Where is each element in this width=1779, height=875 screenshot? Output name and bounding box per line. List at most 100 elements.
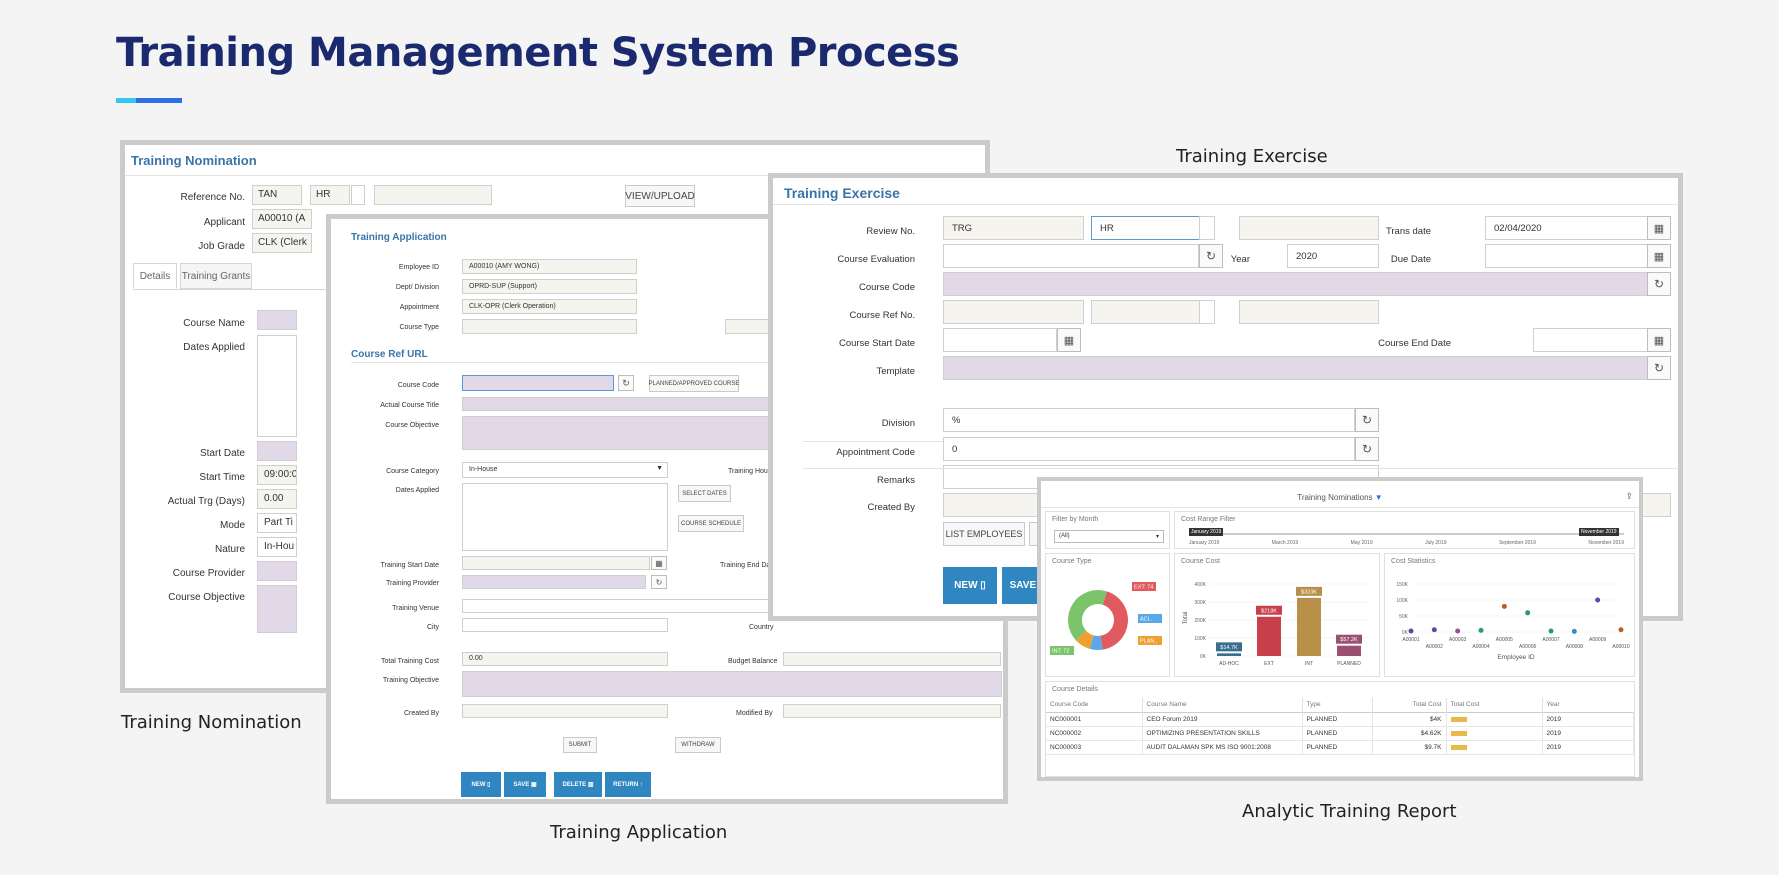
range-end-handle[interactable]: November 2019 [1579, 528, 1619, 536]
job-grade-input[interactable]: CLK (Clerk [252, 233, 312, 253]
view-upload-button[interactable]: VIEW/UPLOAD [625, 185, 695, 207]
new-button[interactable]: NEW ▯ [943, 567, 997, 604]
col-type[interactable]: Type [1302, 698, 1373, 712]
budget-input[interactable] [783, 652, 1001, 666]
ref-input[interactable]: TAN [252, 185, 302, 205]
filter-month-select[interactable]: (All) ▾ [1054, 530, 1164, 543]
range-start-handle[interactable]: January 2019 [1189, 528, 1224, 536]
table-row[interactable]: NC000002 OPTIMIZING PRESENTATION SKILLS PL… [1046, 726, 1634, 740]
created-by-label: Created By [867, 502, 915, 513]
template-input[interactable] [943, 356, 1648, 380]
review-input-2[interactable]: HR [1091, 216, 1215, 240]
appointment-input[interactable]: CLK-OPR (Clerk Operation) [462, 299, 637, 314]
trans-date-input[interactable]: 02/04/2020 [1485, 216, 1648, 240]
division-lookup-icon[interactable]: ↻ [1355, 408, 1379, 432]
withdraw-button[interactable]: WITHDRAW [675, 737, 721, 753]
col-year[interactable]: Year [1542, 698, 1634, 712]
course-code-input[interactable] [462, 375, 614, 391]
tab-training-grants[interactable]: Training Grants [180, 263, 252, 289]
table-row[interactable]: NC000001 CEO Forum 2019 PLANNED $4K 2019 [1046, 712, 1634, 726]
course-code-input[interactable] [943, 272, 1648, 296]
start-date-input[interactable] [943, 328, 1057, 352]
new-button[interactable]: NEW ▯ [461, 772, 501, 797]
col-total-cost-bar[interactable]: Total Cost [1446, 698, 1543, 712]
course-ref-input-4[interactable] [1239, 300, 1379, 324]
course-type-input[interactable] [462, 319, 637, 334]
export-icon[interactable]: ⇪ [1625, 491, 1633, 502]
list-employees-button[interactable]: LIST EMPLOYEES [943, 522, 1025, 546]
template-lookup-icon[interactable]: ↻ [1647, 356, 1671, 380]
ref-input-4[interactable] [374, 185, 492, 205]
caption-exercise: Training Exercise [1176, 146, 1328, 167]
course-code-lookup-icon[interactable]: ↻ [1647, 272, 1671, 296]
appointment-input[interactable]: 0 [943, 437, 1355, 461]
table-row[interactable]: NC000003 AUDIT DALAMAN SPK MS ISO 9001:20… [1046, 740, 1634, 754]
evaluation-lookup-icon[interactable]: ↻ [1199, 244, 1223, 268]
course-name-input[interactable] [257, 310, 297, 330]
ref-input-3[interactable] [351, 185, 365, 205]
provider-input[interactable] [462, 575, 646, 589]
dates-applied-list[interactable] [462, 483, 668, 551]
dates-applied-label: Dates Applied [395, 487, 439, 494]
x-tick-label: INT [1305, 661, 1313, 667]
filter-month-value: (All) [1059, 533, 1070, 539]
planned-approved-course-button[interactable]: PLANNED/APPROVED COURSE [649, 375, 739, 392]
save-button[interactable]: SAVE ▣ [504, 772, 546, 797]
y-tick-label: 50K [1399, 614, 1409, 620]
due-date-input[interactable] [1485, 244, 1648, 268]
job-grade-label: Job Grade [198, 241, 245, 252]
range-slider-track[interactable] [1189, 533, 1624, 535]
calendar-icon[interactable]: ▦ [651, 556, 667, 570]
calendar-icon-4[interactable]: ▦ [1647, 328, 1671, 352]
calendar-icon-3[interactable]: ▦ [1057, 328, 1081, 352]
modified-by-input[interactable] [783, 704, 1001, 718]
tab-details[interactable]: Details [133, 263, 177, 289]
delete-button[interactable]: DELETE ▥ [554, 772, 602, 797]
training-objective-input[interactable] [462, 671, 1002, 697]
review-input-3[interactable] [1199, 216, 1215, 240]
city-input[interactable] [462, 618, 668, 632]
calendar-icon[interactable]: ▦ [1647, 216, 1671, 240]
course-objective-input[interactable] [257, 585, 297, 633]
dept-input[interactable]: OPRD-SUP (Support) [462, 279, 637, 294]
ref-input-2[interactable]: HR [310, 185, 350, 205]
table-cell-year: 2019 [1542, 740, 1634, 754]
city-label: City [426, 624, 439, 631]
review-input[interactable]: TRG [943, 216, 1084, 240]
created-by-input[interactable] [462, 704, 668, 718]
dates-applied-list[interactable] [257, 335, 297, 437]
provider-lookup-icon[interactable]: ↻ [651, 575, 667, 589]
end-date-input[interactable] [1533, 328, 1648, 352]
start-date-label: Course Start Date [838, 338, 915, 349]
caption-application: Training Application [550, 822, 728, 843]
col-course-name[interactable]: Course Name [1142, 698, 1303, 712]
calendar-icon-2[interactable]: ▦ [1647, 244, 1671, 268]
select-dates-button[interactable]: SELECT DATES [678, 485, 731, 502]
course-schedule-button[interactable]: COURSE SCHEDULE [678, 515, 744, 532]
nature-select[interactable]: In-Hou [257, 537, 297, 557]
year-input[interactable]: 2020 [1287, 244, 1379, 268]
course-ref-input-2[interactable] [1091, 300, 1215, 324]
applicant-input[interactable]: A00010 (A [252, 209, 312, 229]
course-ref-input[interactable] [943, 300, 1084, 324]
division-input[interactable]: % [943, 408, 1355, 432]
total-cost-input[interactable]: 0.00 [462, 652, 668, 666]
course-provider-input[interactable] [257, 561, 297, 581]
filter-icon[interactable]: ▼ [1375, 493, 1383, 502]
col-total-cost[interactable]: Total Cost [1372, 698, 1447, 712]
review-input-4[interactable] [1239, 216, 1379, 240]
category-select[interactable]: In-House ▼ [462, 462, 668, 478]
mode-select[interactable]: Part Ti [257, 513, 297, 533]
course-ref-input-3[interactable] [1199, 300, 1215, 324]
start-date-input[interactable] [462, 556, 650, 570]
course-code-lookup-icon[interactable]: ↻ [618, 375, 634, 391]
start-date-input[interactable] [257, 441, 297, 461]
appointment-lookup-icon[interactable]: ↻ [1355, 437, 1379, 461]
submit-button[interactable]: SUBMIT [563, 737, 597, 753]
return-button[interactable]: RETURN ↑ [605, 772, 651, 797]
actual-trg-input[interactable]: 0.00 [257, 489, 297, 509]
employee-id-input[interactable]: A00010 (AMY WONG) [462, 259, 637, 274]
col-course-code[interactable]: Course Code [1046, 698, 1143, 712]
start-time-input[interactable]: 09:00:0 [257, 465, 297, 485]
evaluation-input[interactable] [943, 244, 1199, 268]
